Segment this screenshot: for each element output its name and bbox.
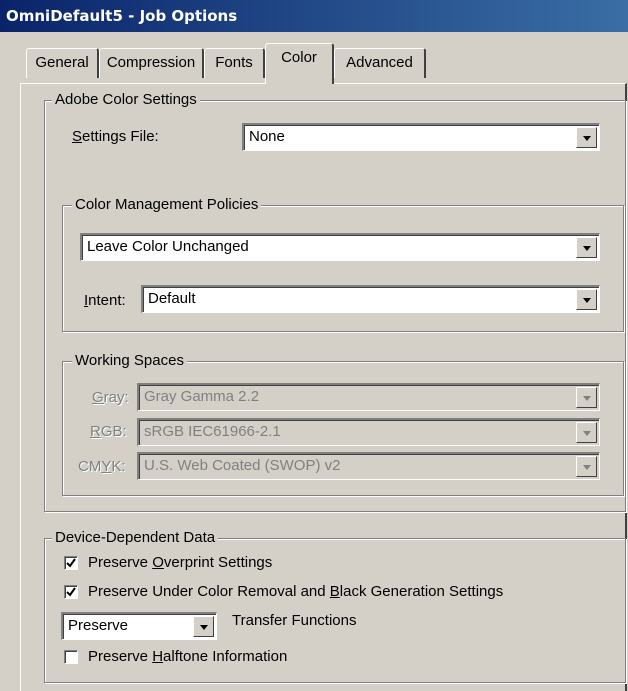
chevron-down-icon (576, 387, 597, 408)
transfer-functions-label: Transfer Functions (232, 612, 357, 629)
cmyk-label: CMYK: (78, 458, 126, 475)
title-bar: OmniDefault5 - Job Options (0, 0, 628, 32)
color-management-label: Color Management Policies (72, 196, 262, 214)
device-dependent-label: Device-Dependent Data (52, 529, 219, 547)
intent-value: Default (148, 290, 196, 307)
transfer-functions-select[interactable]: Preserve (61, 612, 217, 640)
cmyk-space-value: U.S. Web Coated (SWOP) v2 (144, 457, 341, 474)
adobe-color-settings-label: Adobe Color Settings (52, 91, 200, 109)
window-title: OmniDefault5 - Job Options (6, 7, 238, 25)
tab-color[interactable]: Color (265, 43, 334, 84)
chevron-down-icon (576, 422, 597, 443)
chevron-down-icon[interactable] (193, 616, 214, 637)
intent-select[interactable]: Default (141, 285, 600, 313)
chevron-down-icon (576, 456, 597, 477)
rgb-space-select: sRGB IEC61966-2.1 (137, 418, 600, 446)
gray-label: Gray: (92, 389, 129, 406)
settings-file-value: None (249, 128, 285, 145)
tab-compression[interactable]: Compression (99, 48, 204, 78)
chevron-down-icon[interactable] (576, 237, 597, 258)
settings-file-select[interactable]: None (242, 123, 600, 151)
ucr-bg-checkbox[interactable] (64, 585, 78, 599)
tab-general[interactable]: General (26, 48, 99, 78)
chevron-down-icon[interactable] (576, 127, 597, 148)
settings-file-label: Settings File: (72, 128, 159, 145)
color-policy-select[interactable]: Leave Color Unchanged (80, 233, 600, 261)
rgb-space-value: sRGB IEC61966-2.1 (144, 423, 281, 440)
tab-fonts[interactable]: Fonts (204, 48, 265, 78)
halftone-label[interactable]: Preserve Halftone Information (88, 648, 287, 666)
overprint-checkbox[interactable] (64, 556, 78, 570)
overprint-label[interactable]: Preserve Overprint Settings (88, 554, 272, 572)
halftone-checkbox[interactable] (64, 650, 78, 664)
rgb-label: RGB: (90, 423, 127, 440)
ucr-bg-label[interactable]: Preserve Under Color Removal and Black G… (88, 583, 503, 601)
transfer-functions-value: Preserve (68, 617, 129, 634)
cmyk-space-select: U.S. Web Coated (SWOP) v2 (137, 452, 600, 480)
gray-space-value: Gray Gamma 2.2 (144, 388, 260, 405)
gray-space-select: Gray Gamma 2.2 (137, 383, 600, 411)
intent-label: Intent: (84, 292, 126, 309)
working-spaces-label: Working Spaces (72, 352, 187, 370)
color-policy-value: Leave Color Unchanged (87, 238, 249, 255)
checkmark-icon (66, 558, 76, 568)
checkmark-icon (66, 587, 76, 597)
chevron-down-icon[interactable] (576, 289, 597, 310)
tab-advanced[interactable]: Advanced (334, 48, 426, 78)
